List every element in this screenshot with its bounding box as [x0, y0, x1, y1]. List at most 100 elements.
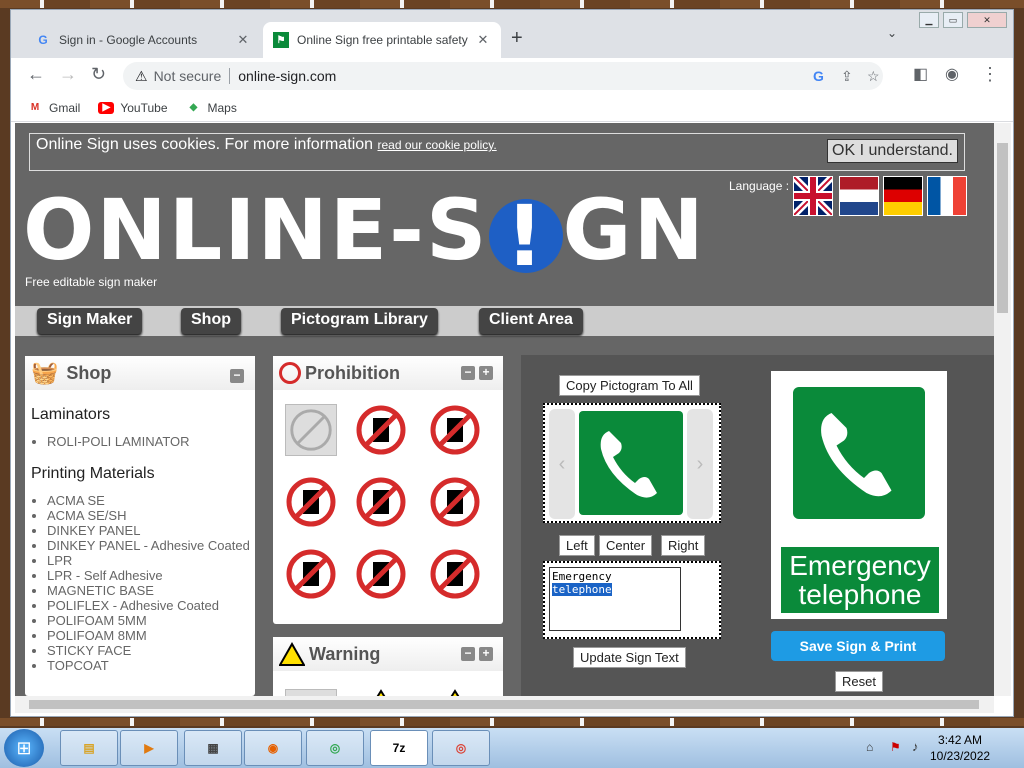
copy-pictogram-button[interactable]: Copy Pictogram To All [559, 375, 700, 396]
phone-icon [600, 431, 657, 498]
list-item[interactable]: LPR - Self Adhesive [47, 568, 255, 583]
system-clock[interactable]: 3:42 AM 10/23/2022 [930, 732, 990, 764]
warning-pictogram[interactable] [429, 689, 481, 696]
bookmark-maps[interactable]: ◆ Maps [186, 101, 237, 115]
no-smoking-pictogram[interactable] [285, 476, 337, 528]
flag-alert-icon[interactable]: ⚑ [890, 740, 901, 754]
align-center-button[interactable]: Center [599, 535, 653, 556]
list-item[interactable]: DINKEY PANEL [47, 523, 255, 538]
collapse-icon[interactable]: − [461, 366, 475, 380]
shop-header: 🧺 Shop [25, 356, 255, 390]
firefox-icon[interactable]: ◉ [244, 730, 302, 766]
tab-google-signin[interactable]: G Sign in - Google Accounts ✕ [25, 22, 261, 58]
preview-sign-text: Emergency telephone [781, 547, 939, 613]
align-right-button[interactable]: Right [661, 535, 706, 556]
cookie-policy-link[interactable]: read our cookie policy. [378, 138, 497, 152]
maximize-icon[interactable]: ▭ [943, 12, 963, 28]
france-flag[interactable] [927, 176, 967, 216]
bookmark-gmail[interactable]: M Gmail [27, 101, 81, 115]
no-touching-pictogram[interactable] [429, 404, 481, 456]
nav-sign-maker[interactable]: Sign Maker [37, 308, 143, 334]
list-item[interactable]: STICKY FACE [47, 643, 255, 658]
save-print-button[interactable]: Save Sign & Print [771, 631, 945, 661]
no-ladder-pictogram[interactable] [355, 476, 407, 528]
pictogram-blank[interactable] [285, 689, 337, 696]
minimize-icon[interactable]: ▁ [919, 12, 939, 28]
germany-flag[interactable] [883, 176, 923, 216]
close-tab-icon[interactable]: ✕ [475, 32, 491, 48]
list-item[interactable]: POLIFLEX - Adhesive Coated [47, 598, 255, 613]
no-forklift-pictogram[interactable] [355, 548, 407, 600]
forward-arrow-icon[interactable]: → [59, 64, 77, 85]
main-nav: Sign Maker Shop Pictogram Library Client… [15, 306, 994, 336]
collapse-icon[interactable]: − [461, 647, 475, 661]
new-tab-icon[interactable]: + [511, 27, 523, 50]
prohibition-panel: Prohibition − + [273, 356, 503, 624]
update-sign-text-button[interactable]: Update Sign Text [573, 647, 686, 668]
collapse-icon[interactable]: − [230, 369, 244, 383]
back-arrow-icon[interactable]: ← [27, 64, 45, 85]
list-item[interactable]: POLIFOAM 5MM [47, 613, 255, 628]
no-swimming-pictogram[interactable] [355, 404, 407, 456]
chrome-icon[interactable]: ◎ [306, 730, 364, 766]
google-lens-icon[interactable]: G [813, 68, 824, 84]
control-panel-icon[interactable]: ▦ [184, 730, 242, 766]
sign-editor: Copy Pictogram To All ‹ › Left Center Ri… [521, 355, 994, 696]
bookmarks-bar: M Gmail ▶ YouTube ◆ Maps [11, 94, 1013, 122]
site-logo[interactable]: ONLINE-S! GN [23, 185, 706, 278]
sign-text-input[interactable]: Emergency telephone [549, 567, 681, 631]
exclamation-icon: ! [488, 194, 563, 278]
side-panel-icon[interactable]: ◧ [913, 64, 928, 84]
address-bar[interactable]: ⚠ Not secure online-sign.com G ⇪ ☆ [123, 62, 883, 90]
media-player-icon[interactable]: ▶ [120, 730, 178, 766]
previous-arrow-icon[interactable]: ‹ [549, 409, 575, 519]
menu-icon[interactable]: ⋮ [981, 64, 999, 85]
tab-online-sign[interactable]: ⚑ Online Sign free printable safety ✕ [263, 22, 501, 58]
nav-shop[interactable]: Shop [181, 308, 241, 334]
chrome-alt-icon[interactable]: ◎ [432, 730, 490, 766]
sign-preview: Emergency telephone [771, 371, 947, 619]
close-window-icon[interactable]: ✕ [967, 12, 1007, 28]
list-item[interactable]: ACMA SE/SH [47, 508, 255, 523]
list-item[interactable]: POLIFOAM 8MM [47, 628, 255, 643]
warning-triangle-icon [279, 642, 305, 666]
cookie-accept-button[interactable]: OK I understand. [827, 139, 958, 163]
list-item[interactable]: ACMA SE [47, 493, 255, 508]
7zip-icon[interactable]: 7z [370, 730, 428, 766]
browser-window: G Sign in - Google Accounts ✕ ⚑ Online S… [10, 9, 1014, 717]
chevron-down-icon[interactable]: ⌄ [887, 26, 897, 40]
list-item[interactable]: MAGNETIC BASE [47, 583, 255, 598]
close-tab-icon[interactable]: ✕ [235, 32, 251, 48]
pictogram-blank[interactable] [285, 404, 337, 456]
warning-pictogram[interactable] [355, 689, 407, 696]
uk-flag[interactable] [791, 174, 835, 218]
next-arrow-icon[interactable]: › [687, 409, 713, 519]
list-item[interactable]: ROLI-POLI LAMINATOR [47, 434, 255, 449]
netherlands-flag[interactable] [839, 176, 879, 216]
no-hands-pictogram[interactable] [429, 548, 481, 600]
bookmark-youtube[interactable]: ▶ YouTube [98, 101, 168, 115]
share-icon[interactable]: ⇪ [841, 68, 853, 85]
network-icon[interactable]: ⌂ [866, 740, 873, 754]
vertical-scrollbar[interactable] [994, 123, 1011, 696]
phone-pictogram [579, 411, 683, 515]
explorer-icon[interactable]: ▤ [60, 730, 118, 766]
reset-button[interactable]: Reset [835, 671, 883, 692]
no-eating-pictogram[interactable] [285, 548, 337, 600]
nav-pictogram-library[interactable]: Pictogram Library [281, 308, 438, 334]
start-button[interactable]: ⊞ [4, 729, 44, 767]
expand-icon[interactable]: + [479, 366, 493, 380]
list-item[interactable]: TOPCOAT [47, 658, 255, 673]
star-icon[interactable]: ☆ [867, 68, 880, 85]
align-left-button[interactable]: Left [559, 535, 595, 556]
section-heading: Laminators [31, 406, 111, 423]
nav-client-area[interactable]: Client Area [479, 308, 583, 334]
volume-icon[interactable]: ♪ [912, 739, 919, 754]
horizontal-scrollbar[interactable] [15, 696, 994, 713]
list-item[interactable]: LPR [47, 553, 255, 568]
profile-icon[interactable]: ◉ [945, 64, 959, 84]
list-item[interactable]: DINKEY PANEL - Adhesive Coated [47, 538, 255, 553]
reload-icon[interactable]: ↻ [91, 64, 106, 85]
expand-icon[interactable]: + [479, 647, 493, 661]
no-pouring-pictogram[interactable] [429, 476, 481, 528]
